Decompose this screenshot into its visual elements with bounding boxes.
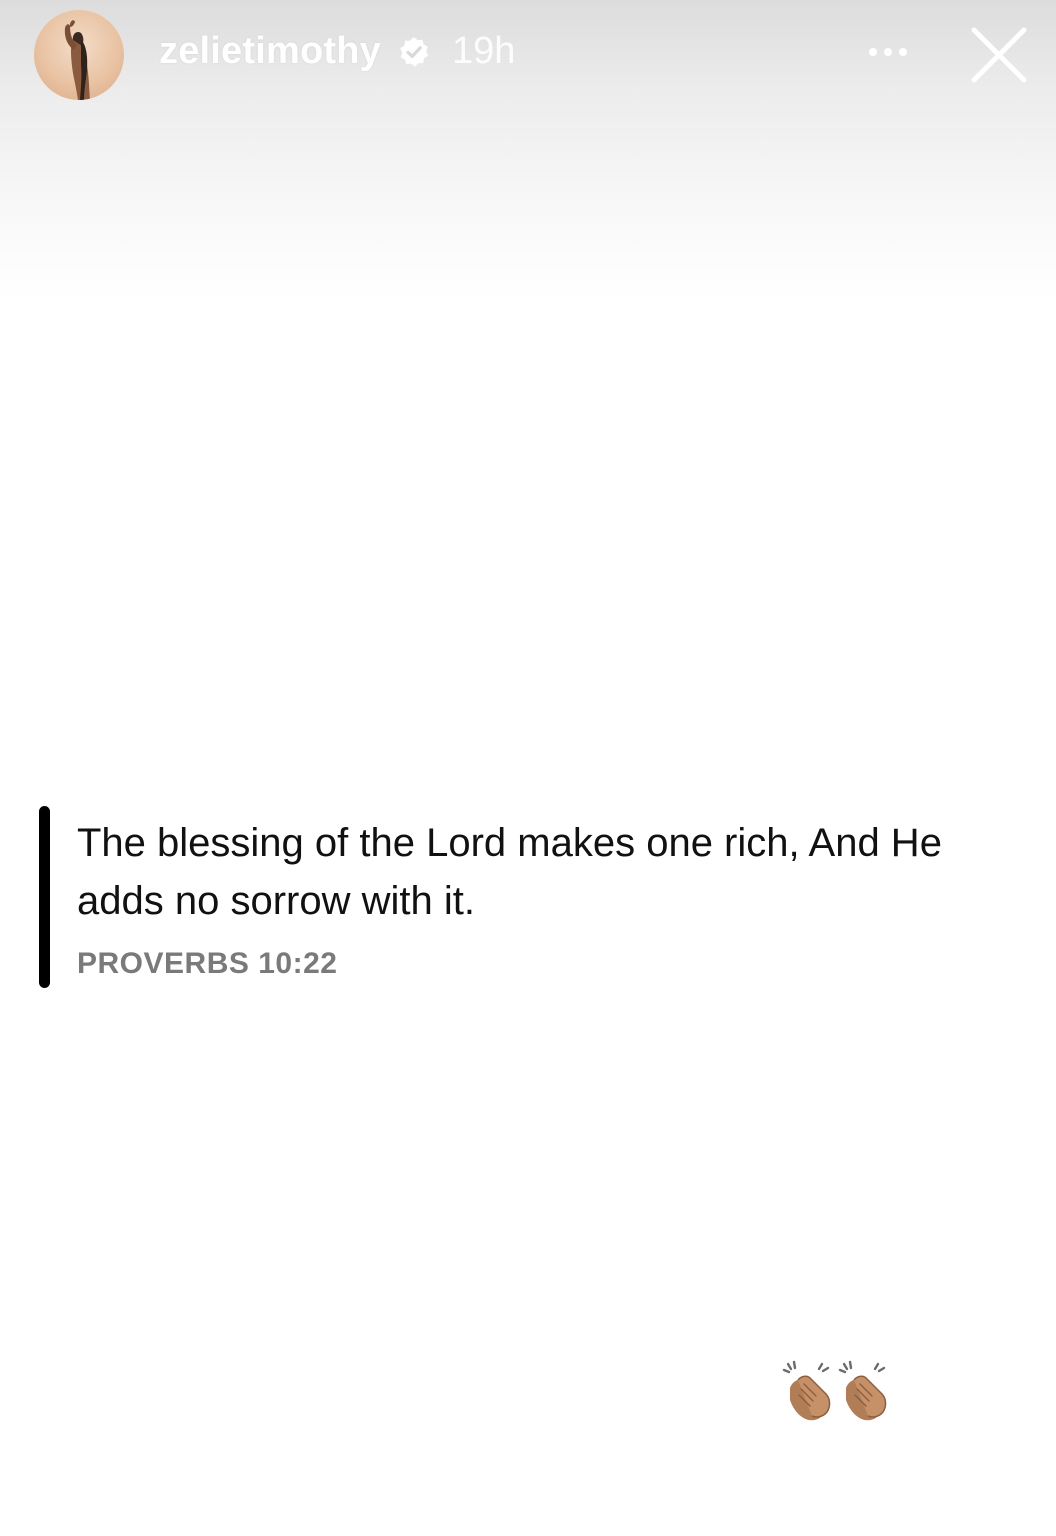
clap-emoji-sticker xyxy=(782,1360,894,1424)
quote-sticker: The blessing of the Lord makes one rich,… xyxy=(39,806,1019,990)
clapping-hands-icon xyxy=(838,1360,887,1421)
verified-badge-icon xyxy=(400,37,429,67)
quote-text: The blessing of the Lord makes one rich,… xyxy=(77,821,942,923)
more-options-button[interactable] xyxy=(858,32,918,72)
avatar[interactable] xyxy=(34,10,124,100)
story-header: zelietimothy 19h xyxy=(0,0,1056,110)
close-icon[interactable] xyxy=(966,22,1032,88)
story-timestamp: 19h xyxy=(452,30,516,72)
username[interactable]: zelietimothy xyxy=(159,28,381,74)
clapping-hands-icon xyxy=(782,1360,831,1421)
quote-reference: PROVERBS 10:22 xyxy=(77,947,338,980)
story-viewer: zelietimothy 19h The blessing of the Lor… xyxy=(0,0,1056,1536)
avatar-photo xyxy=(64,20,90,100)
quote-bar xyxy=(39,806,50,988)
more-horizontal-icon xyxy=(869,48,877,56)
